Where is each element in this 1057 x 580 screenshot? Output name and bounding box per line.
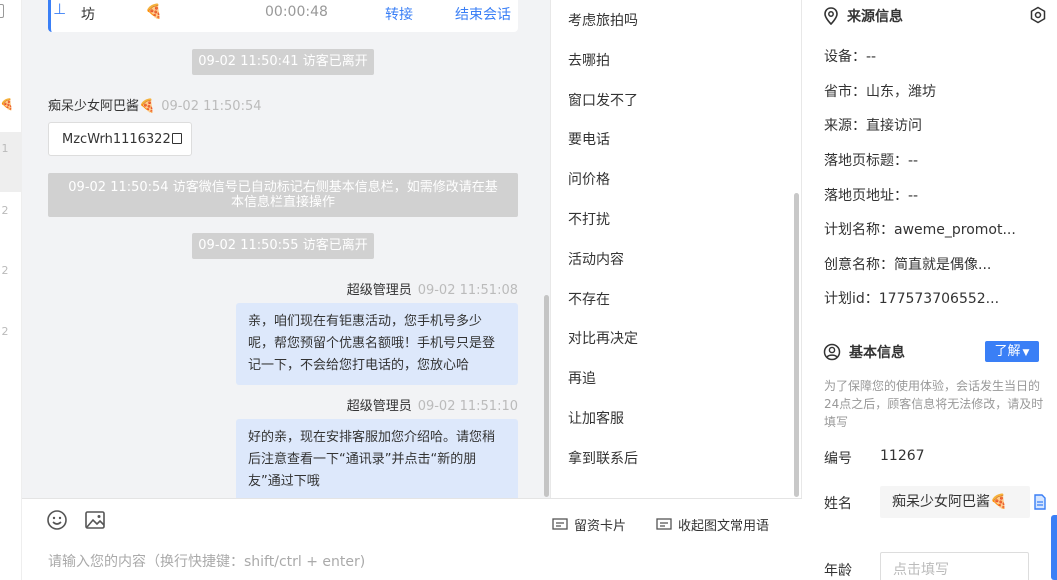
agent-name: 超级管理员 (346, 399, 412, 414)
creative-name: 创意名称：简直就是偶像... (824, 257, 992, 273)
message-time: 09-02 11:51:08 (417, 283, 518, 298)
agent-message-meta: 超级管理员 09-02 11:51:10 (347, 395, 518, 414)
lead-card-label: 留资卡片 (574, 519, 627, 534)
pizza-icon: 🍕 (990, 494, 1008, 510)
emoji-icon[interactable] (46, 509, 68, 531)
system-message: 09-02 11:50:41 访客已离开 (192, 49, 374, 75)
quick-phrase-item[interactable]: 对比再决定 (568, 328, 638, 348)
source-device: 设备：-- (824, 49, 877, 65)
customer-info-panel: 来源信息 设备：-- 省市：山东，潍坊 来源：直接访问 落地页标题：-- 落地页… (803, 0, 1057, 580)
selected-conversation[interactable] (0, 132, 22, 192)
end-session-link[interactable]: 结束会话 (455, 4, 511, 24)
list-item-digit: 2 (1, 325, 9, 338)
system-message: 09-02 11:50:55 访客已离开 (192, 233, 374, 259)
age-placeholder: 点击填写 (893, 562, 949, 578)
message-input[interactable]: 请输入您的内容（换行快捷键：shift/ctrl + enter) (48, 551, 365, 571)
learn-more-label: 了解 (994, 344, 1021, 359)
message-time: 09-02 11:50:54 (161, 99, 262, 114)
visitor-name: 痴呆少女阿巴酱 (48, 99, 140, 114)
lead-card-button[interactable]: 留资卡片 (552, 515, 626, 534)
source-channel: 来源：直接访问 (824, 118, 922, 134)
id-value: 11267 (880, 448, 925, 464)
name-value: 痴呆少女阿巴酱 (892, 494, 990, 510)
transfer-link[interactable]: 转接 (385, 4, 413, 24)
quick-phrase-item[interactable]: 窗口发不了 (568, 90, 638, 110)
document-icon[interactable] (1033, 494, 1047, 510)
session-duration: 00:00:48 (265, 4, 328, 20)
campaign-name: 计划名称：aweme_promot... (824, 222, 1016, 238)
agent-message-bubble: 好的亲，现在安排客服加您介绍哈。请您稍后注意查看一下“通讯录”并点击“新的朋友”… (236, 419, 518, 498)
quick-phrase-item[interactable]: 不存在 (568, 289, 610, 309)
visitor-message-meta: 痴呆少女阿巴酱🍕 09-02 11:50:54 (48, 95, 262, 114)
quick-phrase-item[interactable]: 去哪拍 (568, 50, 610, 70)
image-icon[interactable] (84, 509, 106, 531)
wechat-id-card[interactable]: MzcWrh1116322 (48, 122, 192, 156)
message-input-area[interactable]: 留资卡片 收起图文常用语 请输入您的内容（换行快捷键：shift/ctrl + … (22, 498, 802, 580)
quick-phrase-item[interactable]: 问价格 (568, 169, 610, 189)
id-label: 编号 (824, 451, 852, 467)
source-region: 省市：山东，潍坊 (824, 84, 936, 100)
side-float-button[interactable] (1051, 515, 1057, 580)
quick-phrase-list: 考虑旅拍吗 去哪拍 窗口发不了 要电话 问价格 不打扰 活动内容 不存在 对比再… (550, 0, 802, 498)
agent-name: 超级管理员 (346, 283, 412, 298)
pizza-icon-fragment: 🍕 (0, 98, 14, 111)
card-icon (552, 517, 568, 530)
wechat-id: MzcWrh1116322 (62, 132, 171, 147)
collapse-phrases-label: 收起图文常用语 (678, 519, 770, 534)
session-card: ⊥ 坊 🍕 00:00:48 转接 结束会话 (48, 0, 518, 32)
message-icon (656, 517, 672, 530)
quick-phrase-item[interactable]: 让加客服 (568, 408, 624, 428)
list-item-digit: 2 (1, 264, 9, 277)
checkbox-fragment[interactable] (0, 4, 4, 18)
message-time: 09-02 11:51:10 (417, 399, 518, 414)
chat-messages[interactable]: ⊥ 坊 🍕 00:00:48 转接 结束会话 09-02 11:50:41 访客… (22, 0, 550, 498)
caret-down-icon: ▼ (1022, 348, 1030, 358)
quick-phrase-item[interactable]: 不打扰 (568, 209, 610, 229)
source-info-title: 来源信息 (847, 9, 903, 25)
quick-phrase-item[interactable]: 要电话 (568, 129, 610, 149)
learn-more-button[interactable]: 了解 ▼ (985, 341, 1039, 362)
location-pin-icon (824, 7, 838, 25)
quick-phrase-item[interactable]: 拿到联系后 (568, 448, 638, 468)
name-field[interactable]: 痴呆少女阿巴酱🍕 (880, 486, 1030, 518)
pizza-icon: 🍕 (139, 99, 156, 114)
basic-info-header: 基本信息 (823, 342, 905, 362)
quick-phrase-item[interactable]: 再追 (568, 368, 596, 388)
conversation-list-strip: 🍕 1 2 2 2 (0, 0, 22, 580)
quick-phrase-item[interactable]: 考虑旅拍吗 (568, 10, 638, 30)
chat-workspace: 🍕 1 2 2 2 ⊥ 坊 🍕 00:00:48 转接 结束会话 09-02 1… (0, 0, 1057, 580)
phrase-scrollbar[interactable] (794, 193, 799, 497)
list-item-digit: 2 (1, 204, 9, 217)
landing-page-title: 落地页标题：-- (824, 153, 919, 169)
arrow-icon: ⊥ (53, 0, 67, 18)
campaign-id: 计划id：177573706552... (824, 291, 1000, 307)
quick-phrase-item[interactable]: 活动内容 (568, 249, 624, 269)
system-notice: 09-02 11:50:54 访客微信号已自动标记右侧基本信息栏，如需修改请在基… (48, 173, 518, 217)
landing-page-url: 落地页地址：-- (824, 188, 919, 204)
agent-message-meta: 超级管理员 09-02 11:51:08 (347, 279, 518, 298)
list-item-digit: 1 (1, 142, 9, 155)
source-info-header: 来源信息 (823, 6, 903, 26)
name-label: 姓名 (824, 496, 852, 512)
session-city: 坊 (81, 7, 95, 23)
age-field[interactable]: 点击填写 (880, 552, 1029, 580)
collapse-phrases-button[interactable]: 收起图文常用语 (656, 515, 769, 534)
age-label: 年龄 (824, 563, 852, 579)
agent-message-bubble: 亲，咱们现在有钜惠活动，您手机号多少呢，帮您预留个优惠名额哦！手机号只是登记一下… (236, 303, 518, 385)
settings-icon[interactable] (1029, 6, 1047, 24)
chat-scrollbar[interactable] (544, 295, 549, 497)
basic-info-title: 基本信息 (849, 345, 905, 361)
edit-notice: 为了保障您的使用体验，会话发生当日的24点之后，顾客信息将无法修改，请及时填写 (824, 379, 1044, 429)
pizza-icon: 🍕 (145, 4, 163, 20)
user-circle-icon (823, 343, 841, 361)
copy-icon[interactable] (171, 133, 182, 144)
